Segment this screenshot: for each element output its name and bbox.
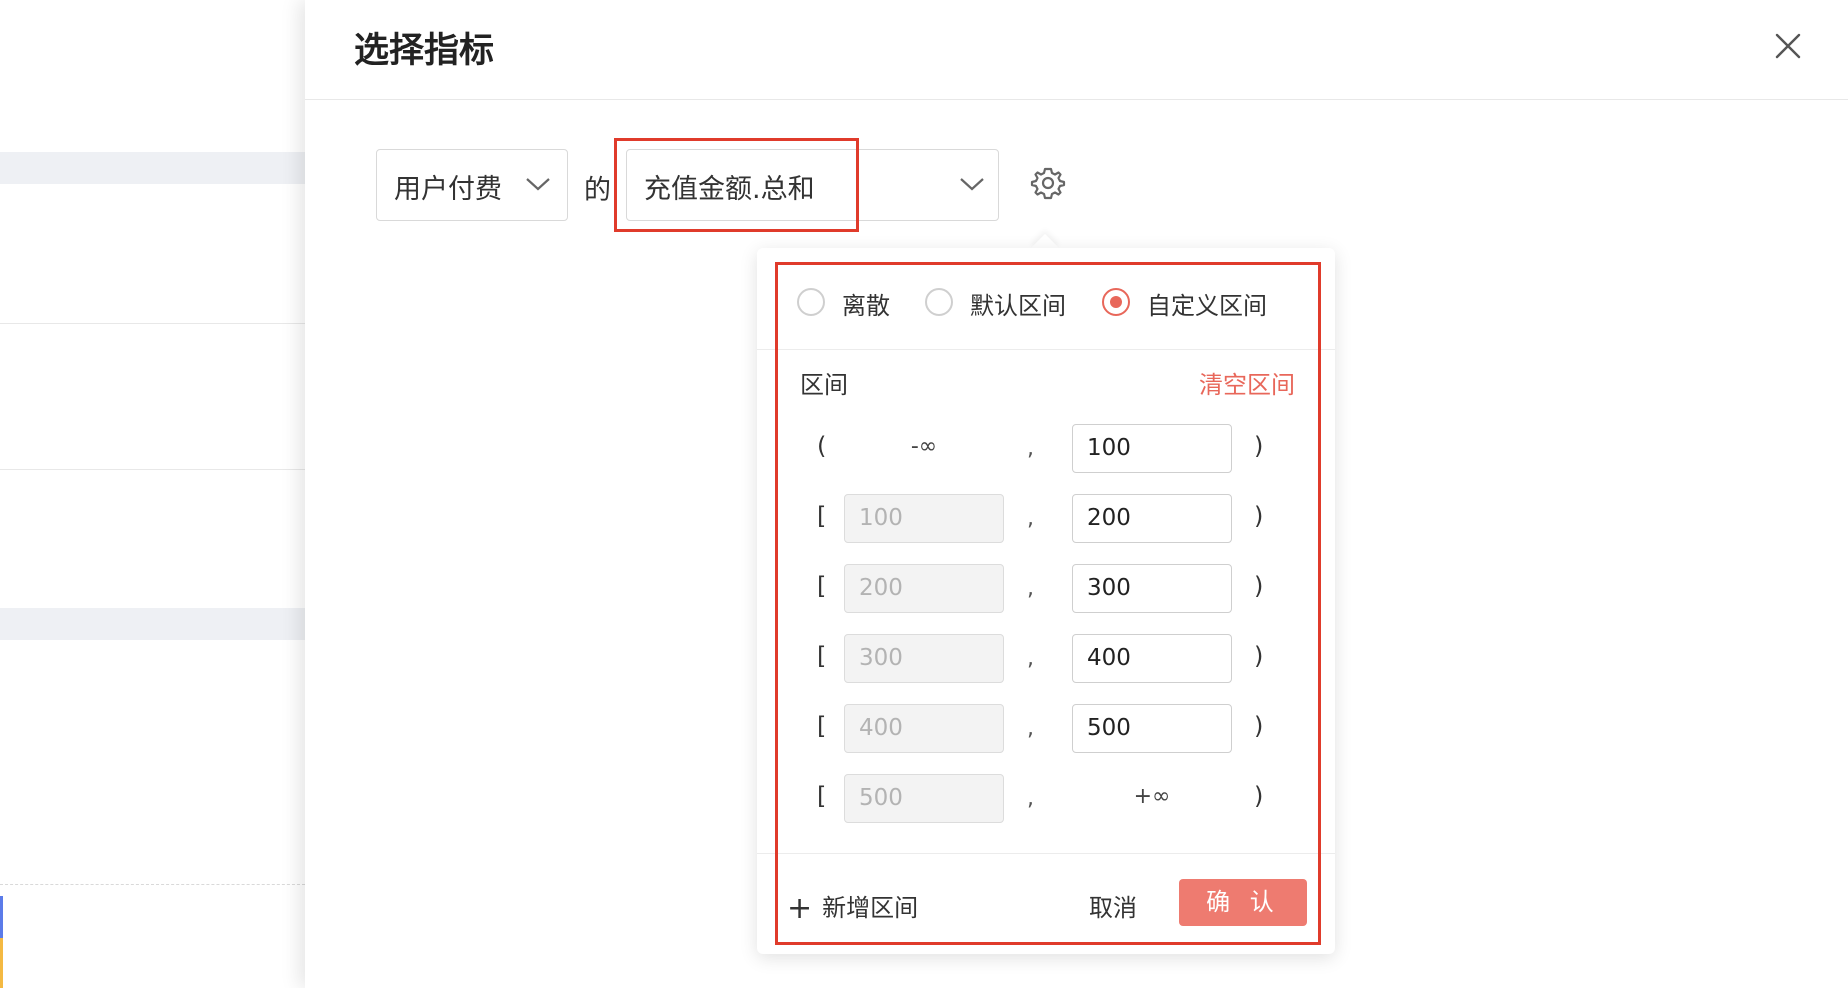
close-bracket: ) xyxy=(1254,572,1264,600)
field-select-value: 充值金额.总和 xyxy=(644,174,815,205)
close-bracket: ) xyxy=(1254,502,1264,530)
close-bracket: ) xyxy=(1254,712,1264,740)
open-bracket: [ xyxy=(817,572,827,600)
interval-end-input[interactable]: 400 xyxy=(1072,634,1232,683)
interval-start-input: 100 xyxy=(844,494,1004,543)
drawer-title: 选择指标 xyxy=(354,31,495,71)
bucket-mode-group: 离散 默认区间 自定义区间 xyxy=(757,248,1335,350)
plus-icon: + xyxy=(787,891,813,926)
close-icon[interactable] xyxy=(1772,30,1804,62)
background-page xyxy=(0,0,305,988)
bg-chart-bar xyxy=(0,938,3,988)
interval-end-infinity: +∞ xyxy=(1133,784,1171,809)
chevron-down-icon xyxy=(960,178,984,191)
close-bracket: ) xyxy=(1254,432,1264,460)
open-bracket: [ xyxy=(817,502,827,530)
bg-header-band xyxy=(0,152,305,184)
interval-end-input[interactable]: 200 xyxy=(1072,494,1232,543)
interval-start-input: 400 xyxy=(844,704,1004,753)
interval-separator: , xyxy=(1027,716,1034,741)
field-select[interactable]: 充值金额.总和 xyxy=(626,149,999,221)
interval-separator: , xyxy=(1027,436,1034,461)
gear-icon[interactable] xyxy=(1030,165,1066,201)
interval-row: [ 500 , +∞ ) xyxy=(757,774,1335,824)
confirm-button[interactable]: 确 认 xyxy=(1179,879,1307,926)
interval-row: [ 300 , 400 ) xyxy=(757,634,1335,684)
open-bracket: [ xyxy=(817,712,827,740)
event-select[interactable]: 用户付费 xyxy=(376,149,568,221)
chevron-down-icon xyxy=(526,178,550,191)
bg-header-band xyxy=(0,608,305,640)
interval-separator: , xyxy=(1027,506,1034,531)
popover-footer: + 新增区间 取消 确 认 xyxy=(757,853,1335,954)
radio-custom-interval[interactable] xyxy=(1102,288,1130,316)
interval-end-input[interactable]: 300 xyxy=(1072,564,1232,613)
radio-discrete[interactable] xyxy=(797,288,825,316)
bg-divider xyxy=(0,469,305,470)
add-interval-button[interactable]: + 新增区间 xyxy=(787,888,918,926)
interval-section-label: 区间 xyxy=(800,371,848,399)
interval-start-input: 500 xyxy=(844,774,1004,823)
cancel-button[interactable]: 取消 xyxy=(1089,888,1137,923)
radio-discrete-label: 离散 xyxy=(842,292,890,320)
interval-end-input[interactable]: 100 xyxy=(1072,424,1232,473)
interval-row: [ 100 , 200 ) xyxy=(757,494,1335,544)
close-bracket: ) xyxy=(1254,782,1264,810)
interval-row: [ 200 , 300 ) xyxy=(757,564,1335,614)
interval-start-input: 200 xyxy=(844,564,1004,613)
radio-default-interval[interactable] xyxy=(925,288,953,316)
interval-row: [ 400 , 500 ) xyxy=(757,704,1335,754)
interval-separator: , xyxy=(1027,786,1034,811)
bg-chart-bar xyxy=(0,896,3,938)
event-select-value: 用户付费 xyxy=(394,174,502,205)
interval-start-infinity: -∞ xyxy=(910,434,938,459)
open-bracket: [ xyxy=(817,782,827,810)
interval-separator: , xyxy=(1027,576,1034,601)
interval-row: ( -∞ , 100 ) xyxy=(757,424,1335,474)
bg-chart-gridline xyxy=(0,884,305,885)
add-interval-label: 新增区间 xyxy=(822,894,919,922)
interval-separator: , xyxy=(1027,646,1034,671)
radio-custom-interval-label: 自定义区间 xyxy=(1147,292,1267,320)
bucket-settings-popover: 离散 默认区间 自定义区间 区间 清空区间 ( -∞ , 100 ) [ 100… xyxy=(757,248,1335,954)
open-bracket: ( xyxy=(817,432,827,460)
close-bracket: ) xyxy=(1254,642,1264,670)
interval-end-input[interactable]: 500 xyxy=(1072,704,1232,753)
interval-start-input: 300 xyxy=(844,634,1004,683)
drawer-header: 选择指标 xyxy=(305,0,1848,100)
open-bracket: [ xyxy=(817,642,827,670)
radio-default-interval-label: 默认区间 xyxy=(970,292,1066,320)
bg-divider xyxy=(0,323,305,324)
clear-intervals-link[interactable]: 清空区间 xyxy=(1199,365,1295,400)
connector-text: 的 xyxy=(584,175,611,206)
